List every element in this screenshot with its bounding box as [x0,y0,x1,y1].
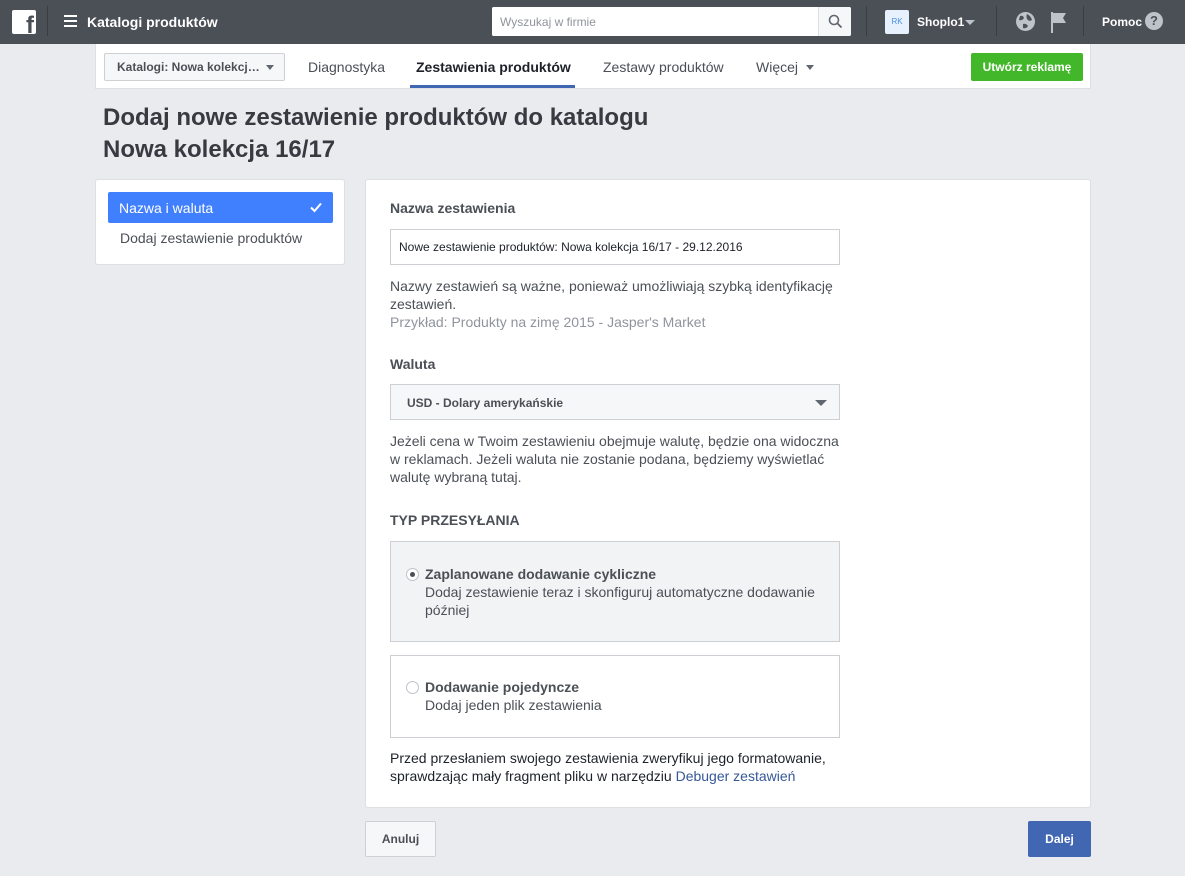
step-label: Nazwa i waluta [119,200,214,216]
catalog-dropdown[interactable]: Katalogi: Nowa kolekcj… [104,53,285,81]
menu-icon[interactable] [64,15,77,27]
upload-option-scheduled[interactable]: Zaplanowane dodawanie cykliczne Dodaj ze… [390,541,840,642]
page-title: Dodaj nowe zestawienie produktów do kata… [103,102,648,166]
flag-icon[interactable] [1048,10,1070,34]
feed-name-help-text: Nazwy zestawień są ważne, ponieważ umożl… [390,278,833,312]
chevron-down-icon [805,65,814,70]
top-navigation-bar: f Katalogi produktów RK Shoplo1 Pomoc ? [0,0,1185,44]
currency-help: Jeżeli cena w Twoim zestawieniu obejmuje… [390,433,839,485]
active-tab-indicator [410,85,575,88]
catalog-subnav: Katalogi: Nowa kolekcj… Diagnostyka Zest… [95,44,1091,89]
checkmark-icon [310,202,322,213]
create-ad-button[interactable]: Utwórz reklamę [971,53,1083,81]
facebook-logo-icon[interactable]: f [12,10,36,34]
tab-product-sets[interactable]: Zestawy produktów [603,59,724,75]
tab-more[interactable]: Więcej [756,59,814,75]
radio-scheduled[interactable] [406,568,419,581]
upload-option-single[interactable]: Dodawanie pojedyncze Dodaj jeden plik ze… [390,655,840,738]
tab-product-feeds[interactable]: Zestawienia produktów [416,59,571,75]
step-add-product-feed[interactable]: Dodaj zestawienie produktów [120,230,302,246]
search-box [492,7,851,36]
wizard-steps: Nazwa i waluta Dodaj zestawienie produkt… [95,179,345,265]
step-name-and-currency[interactable]: Nazwa i waluta [108,192,333,223]
currency-select[interactable]: USD - Dolary amerykańskie [390,384,840,420]
feed-name-label: Nazwa zestawienia [390,200,516,216]
search-icon [828,14,843,29]
upload-type-label: TYP PRZESYŁANIA [390,512,520,528]
tab-diagnostics[interactable]: Diagnostyka [308,59,385,75]
tab-more-label: Więcej [756,59,799,75]
chevron-down-icon [815,400,827,406]
help-icon[interactable]: ? [1145,12,1163,30]
account-avatar: RK [885,10,909,34]
chevron-down-icon [965,20,975,25]
app-title[interactable]: Katalogi produktów [87,14,218,30]
radio-single[interactable] [406,681,419,694]
catalog-dropdown-label: Katalogi: Nowa kolekcj… [117,60,260,74]
feed-name-input[interactable] [390,229,840,265]
divider [996,6,997,36]
feed-debugger-note: Przed przesłaniem swojego zestawienia zw… [390,749,850,785]
help-link[interactable]: Pomoc [1102,15,1142,29]
search-button[interactable] [818,7,851,36]
radio-selected-dot [410,572,415,577]
cancel-button[interactable]: Anuluj [365,821,436,857]
divider [866,6,867,36]
chevron-down-icon [266,65,274,70]
account-switcher[interactable]: RK Shoplo1 [885,10,980,34]
upload-option-title: Zaplanowane dodawanie cykliczne [425,566,657,582]
feed-debugger-link[interactable]: Debuger zestawień [676,768,796,784]
feed-name-help: Nazwy zestawień są ważne, ponieważ umożl… [390,277,850,331]
search-input[interactable] [492,7,818,36]
next-button[interactable]: Dalej [1028,821,1091,857]
divider [1083,6,1084,36]
divider [47,6,48,36]
feed-settings-panel: Nazwa zestawienia Nazwy zestawień są waż… [365,179,1091,808]
currency-label: Waluta [390,356,436,372]
upload-option-desc: Dodaj jeden plik zestawienia [425,697,602,713]
upload-option-title: Dodawanie pojedyncze [425,679,580,695]
globe-icon[interactable] [1015,11,1036,32]
upload-option-desc: Dodaj zestawienie teraz i skonfiguruj au… [425,584,815,618]
page-title-line-1: Dodaj nowe zestawienie produktów do kata… [103,104,649,131]
feed-name-example: Przykład: Produkty na zimę 2015 - Jasper… [390,314,706,330]
account-name: Shoplo1 [917,15,965,29]
currency-selected-value: USD - Dolary amerykańskie [407,396,564,410]
page-title-line-2: Nowa kolekcja 16/17 [103,136,336,163]
